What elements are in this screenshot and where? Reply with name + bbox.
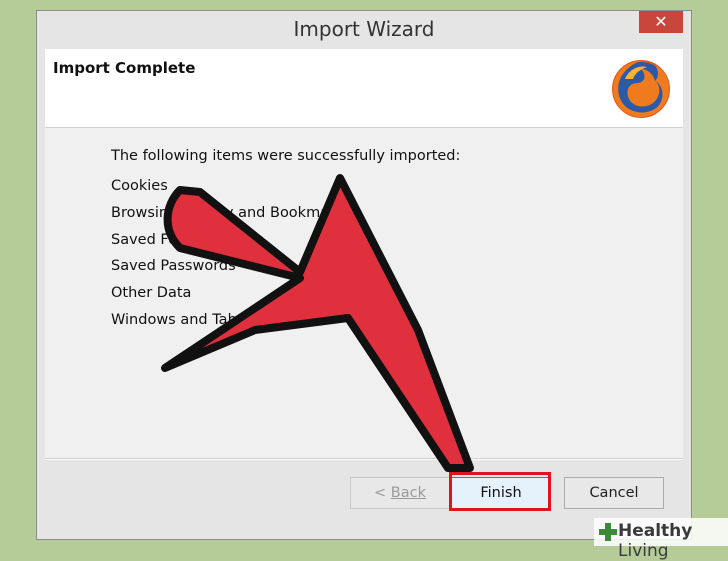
page-title: Import Complete (53, 59, 196, 77)
content-area: The following items were successfully im… (45, 128, 683, 459)
back-button[interactable]: < Back (350, 477, 450, 509)
finish-button[interactable]: Finish (451, 477, 551, 509)
import-wizard-dialog: Import Wizard ✕ Import Complete The foll… (36, 10, 692, 540)
back-prefix: < (374, 485, 391, 501)
firefox-logo-icon (612, 60, 670, 118)
cancel-button[interactable]: Cancel (564, 477, 664, 509)
list-item: Saved Form History (111, 231, 254, 248)
list-item: Windows and Tabs (111, 311, 245, 328)
close-button[interactable]: ✕ (639, 11, 683, 33)
footer-divider (45, 459, 683, 460)
watermark-brand-suffix: Living (618, 541, 669, 561)
list-item: Other Data (111, 285, 192, 302)
list-item: Saved Passwords (111, 258, 236, 275)
list-item: Cookies (111, 178, 168, 194)
plus-logo-icon (599, 523, 617, 541)
list-item: Browsing History and Bookmarks (111, 204, 352, 221)
title-bar: Import Wizard ✕ (37, 11, 691, 47)
imported-items-list: Cookies Browsing History and Bookmarks S… (111, 176, 351, 337)
intro-text: The following items were successfully im… (111, 148, 461, 164)
watermark-text: Healthy Living (618, 521, 728, 561)
back-label: Back (390, 485, 426, 501)
window-title: Import Wizard (293, 17, 435, 41)
wizard-header: Import Complete (45, 49, 683, 128)
watermark-brand: Healthy (618, 521, 693, 541)
watermark: Healthy Living (594, 518, 728, 561)
